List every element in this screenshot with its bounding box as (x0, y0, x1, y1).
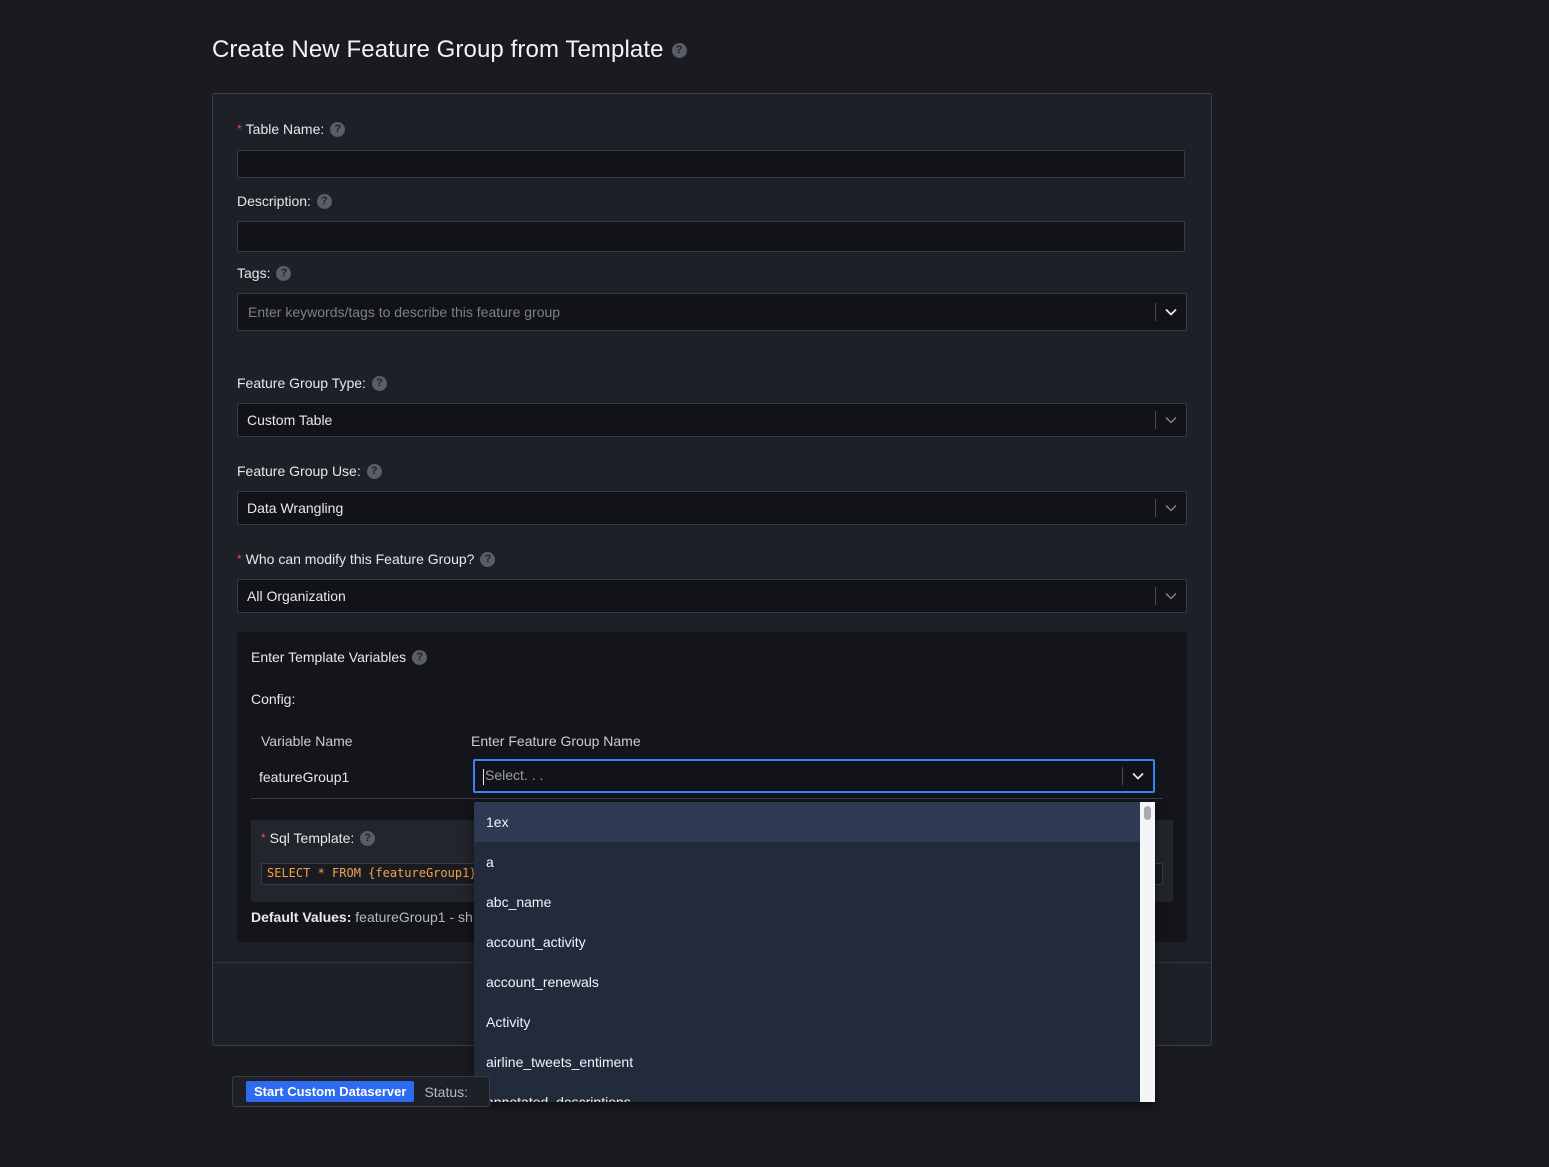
row-divider (251, 798, 1163, 799)
dropdown-option[interactable]: annotated_descriptions (474, 1082, 1140, 1102)
chevron-down-icon[interactable] (1156, 504, 1186, 512)
help-icon[interactable]: ? (316, 193, 332, 209)
description-label: Description: ? (237, 193, 332, 209)
status-label: Status: (424, 1083, 469, 1100)
feature-group-type-label: Feature Group Type: ? (237, 375, 387, 391)
feature-group-type-select[interactable]: Custom Table (237, 403, 1187, 437)
tags-select[interactable]: Enter keywords/tags to describe this fea… (237, 293, 1187, 331)
help-icon[interactable]: ? (366, 463, 382, 479)
required-mark: * (237, 122, 242, 136)
page-title-text: Create New Feature Group from Template (212, 36, 664, 63)
dataserver-bar: Start Custom Dataserver Status: (232, 1076, 490, 1107)
tags-placeholder: Enter keywords/tags to describe this fea… (248, 304, 561, 320)
required-mark: * (261, 831, 266, 845)
variable-name-cell: featureGroup1 (259, 769, 350, 785)
table-name-label-text: Table Name: (245, 121, 325, 137)
tags-label: Tags: ? (237, 265, 292, 281)
modify-permission-value: All Organization (247, 588, 346, 604)
description-label-text: Description: (237, 193, 311, 209)
modify-permission-label: * Who can modify this Feature Group? ? (237, 551, 496, 567)
feature-group-use-select[interactable]: Data Wrangling (237, 491, 1187, 525)
required-mark: * (237, 552, 242, 566)
template-variables-title: Enter Template Variables ? (251, 649, 428, 665)
help-icon[interactable]: ? (330, 121, 346, 137)
dropdown-option[interactable]: abc_name (474, 882, 1140, 922)
tags-label-text: Tags: (237, 265, 271, 281)
chevron-down-icon[interactable] (1156, 592, 1186, 600)
help-icon[interactable]: ? (360, 830, 376, 846)
feature-group-name-placeholder: Select. . . (475, 767, 1122, 785)
feature-group-use-value: Data Wrangling (247, 500, 344, 516)
table-name-input[interactable] (237, 150, 1185, 178)
text-caret (483, 768, 484, 785)
template-variables-title-text: Enter Template Variables (251, 649, 407, 665)
feature-group-use-label: Feature Group Use: ? (237, 463, 382, 479)
sql-template-label-text: Sql Template: (269, 830, 355, 846)
help-icon[interactable]: ? (671, 42, 687, 58)
default-values-label: Default Values: (251, 909, 352, 925)
default-values-value: featureGroup1 - sh (355, 909, 473, 925)
dropdown-option[interactable]: Activity (474, 1002, 1140, 1042)
page-title: Create New Feature Group from Template ? (212, 36, 687, 64)
help-icon[interactable]: ? (480, 551, 496, 567)
start-custom-dataserver-button[interactable]: Start Custom Dataserver (246, 1081, 415, 1102)
feature-group-name-select[interactable]: Select. . . (473, 759, 1155, 793)
chevron-down-icon[interactable] (1156, 416, 1186, 424)
modify-permission-select[interactable]: All Organization (237, 579, 1187, 613)
dropdown-option[interactable]: account_activity (474, 922, 1140, 962)
column-header-feature-group-name: Enter Feature Group Name (471, 733, 641, 749)
column-header-variable-name: Variable Name (261, 733, 353, 749)
table-name-label: * Table Name: ? (237, 121, 346, 137)
modify-permission-label-text: Who can modify this Feature Group? (245, 551, 475, 567)
dropdown-option[interactable]: a (474, 842, 1140, 882)
dropdown-scrollbar[interactable] (1140, 802, 1155, 1102)
feature-group-name-placeholder-text: Select. . . (485, 767, 544, 784)
default-values: Default Values: featureGroup1 - sh (251, 909, 473, 925)
feature-group-type-label-text: Feature Group Type: (237, 375, 366, 391)
feature-group-type-value: Custom Table (247, 412, 333, 428)
dropdown-option[interactable]: 1ex (474, 802, 1140, 842)
chevron-down-icon[interactable] (1123, 772, 1153, 780)
feature-group-options-menu[interactable]: 1ex a abc_name account_activity account_… (474, 802, 1155, 1102)
help-icon[interactable]: ? (276, 265, 292, 281)
sql-template-label: * Sql Template: ? (261, 830, 376, 846)
feature-group-use-label-text: Feature Group Use: (237, 463, 361, 479)
help-icon[interactable]: ? (371, 375, 387, 391)
scrollbar-thumb[interactable] (1144, 806, 1151, 820)
config-label: Config: (251, 691, 296, 707)
dropdown-option[interactable]: account_renewals (474, 962, 1140, 1002)
dropdown-option[interactable]: airline_tweets_entiment (474, 1042, 1140, 1082)
description-input[interactable] (237, 221, 1185, 252)
chevron-down-icon[interactable] (1156, 308, 1186, 316)
help-icon[interactable]: ? (412, 649, 428, 665)
